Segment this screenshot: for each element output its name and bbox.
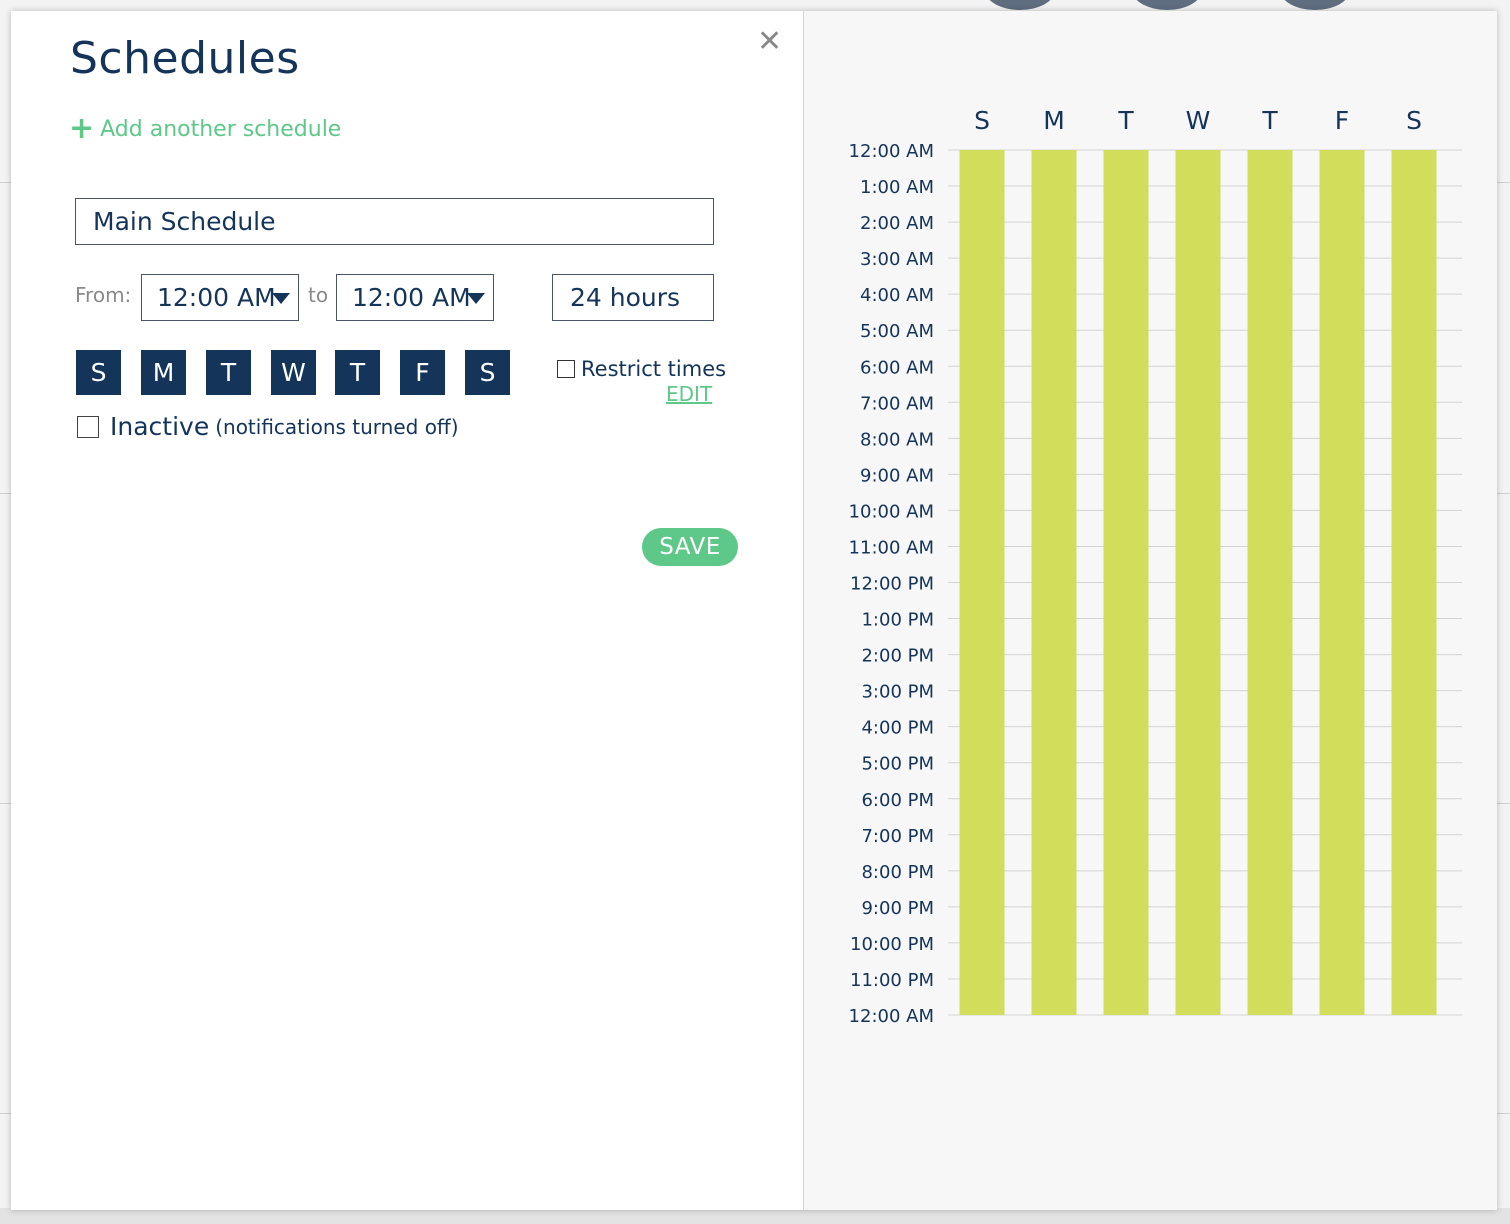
inactive-label: Inactive [110, 412, 210, 441]
add-schedule-label: Add another schedule [100, 116, 342, 142]
hour-tick-label: 9:00 AM [860, 465, 934, 486]
hour-tick-label: 11:00 PM [850, 970, 934, 991]
schedule-bar [1391, 150, 1437, 1015]
to-time-value: 12:00 AM [352, 283, 471, 312]
hour-tick-label: 12:00 AM [849, 141, 934, 162]
restrict-times-option[interactable]: Restrict times [557, 357, 726, 381]
restrict-times-label: Restrict times [581, 357, 727, 381]
schedule-bar [959, 150, 1005, 1015]
schedule-form-panel: Schedules ✕ + Add another schedule From:… [11, 11, 803, 1210]
schedule-bar [1247, 150, 1293, 1015]
inactive-checkbox[interactable] [77, 415, 99, 438]
hour-tick-label: 7:00 PM [861, 826, 934, 847]
hour-tick-label: 10:00 AM [849, 501, 934, 522]
hour-tick-label: 9:00 PM [861, 898, 934, 919]
hour-tick-label: 6:00 AM [860, 357, 934, 378]
schedule-bar [1103, 150, 1149, 1015]
hour-tick-label: 3:00 AM [860, 249, 934, 270]
plus-icon: + [69, 111, 95, 146]
from-time-select[interactable]: 12:00 AM [141, 274, 299, 321]
hour-tick-label: 5:00 AM [860, 321, 934, 342]
caret-down-icon [467, 293, 485, 304]
day-column-header: M [1043, 106, 1065, 135]
hour-tick-label: 11:00 AM [849, 537, 934, 558]
day-column-header: S [974, 106, 990, 135]
to-label: to [308, 283, 329, 307]
hour-tick-label: 7:00 AM [860, 393, 934, 414]
day-toggle-monday[interactable]: M [141, 350, 186, 395]
close-icon[interactable]: ✕ [757, 27, 782, 57]
hour-tick-label: 2:00 PM [861, 646, 934, 667]
from-label: From: [75, 283, 132, 307]
day-toggle-tuesday[interactable]: T [206, 350, 251, 395]
day-column-header: T [1261, 106, 1278, 135]
schedule-bar [1175, 150, 1221, 1015]
caret-down-icon [272, 293, 290, 304]
schedule-bar [1031, 150, 1077, 1015]
hour-tick-label: 8:00 PM [861, 862, 934, 883]
hour-tick-label: 12:00 PM [850, 574, 934, 595]
inactive-option[interactable]: Inactive (notifications turned off) [77, 412, 459, 441]
inactive-note: (notifications turned off) [215, 414, 459, 439]
edit-restrict-link[interactable]: EDIT [666, 382, 712, 406]
hour-tick-label: 2:00 AM [860, 213, 934, 234]
day-column-header: S [1406, 106, 1422, 135]
day-column-header: F [1335, 106, 1349, 135]
hour-tick-label: 1:00 AM [860, 177, 934, 198]
day-column-header: T [1117, 106, 1134, 135]
add-schedule-link[interactable]: + Add another schedule [69, 111, 342, 146]
hour-tick-label: 4:00 AM [860, 285, 934, 306]
background-avatar [985, 0, 1055, 10]
hour-tick-label: 8:00 AM [860, 429, 934, 450]
hour-tick-label: 5:00 PM [861, 754, 934, 775]
day-toggle-saturday[interactable]: S [465, 350, 510, 395]
background-avatar [1132, 0, 1202, 10]
save-button[interactable]: SAVE [642, 528, 738, 566]
hour-tick-label: 4:00 PM [861, 718, 934, 739]
weekly-schedule-chart: 12:00 AM 1:00 AM 2:00 AM 3:00 AM 4:00 AM 5:00… [849, 106, 1462, 1027]
day-toggle-sunday[interactable]: S [76, 350, 121, 395]
hour-tick-label: 1:00 PM [861, 610, 934, 631]
hour-tick-label: 10:00 PM [850, 934, 934, 955]
background-footer [0, 1208, 1510, 1224]
day-column-header: W [1186, 106, 1211, 135]
duration-value: 24 hours [570, 283, 681, 312]
day-toggle-wednesday[interactable]: W [271, 350, 316, 395]
schedule-preview-panel: 12:00 AM 1:00 AM 2:00 AM 3:00 AM 4:00 AM 5:00… [803, 11, 1497, 1210]
page-title: Schedules [70, 33, 300, 84]
hour-tick-label: 3:00 PM [861, 682, 934, 703]
day-toggle-thursday[interactable]: T [335, 350, 380, 395]
hour-tick-label: 6:00 PM [861, 790, 934, 811]
restrict-times-checkbox[interactable] [557, 360, 575, 378]
hour-tick-label: 12:00 AM [849, 1006, 934, 1027]
duration-display: 24 hours [552, 274, 714, 321]
to-time-select[interactable]: 12:00 AM [336, 274, 494, 321]
day-toggle-friday[interactable]: F [400, 350, 445, 395]
background-avatar [1280, 0, 1350, 10]
schedules-modal: Schedules ✕ + Add another schedule From:… [11, 11, 1497, 1210]
schedule-bar [1319, 150, 1365, 1015]
from-time-value: 12:00 AM [157, 283, 276, 312]
schedule-name-input[interactable] [75, 198, 714, 245]
